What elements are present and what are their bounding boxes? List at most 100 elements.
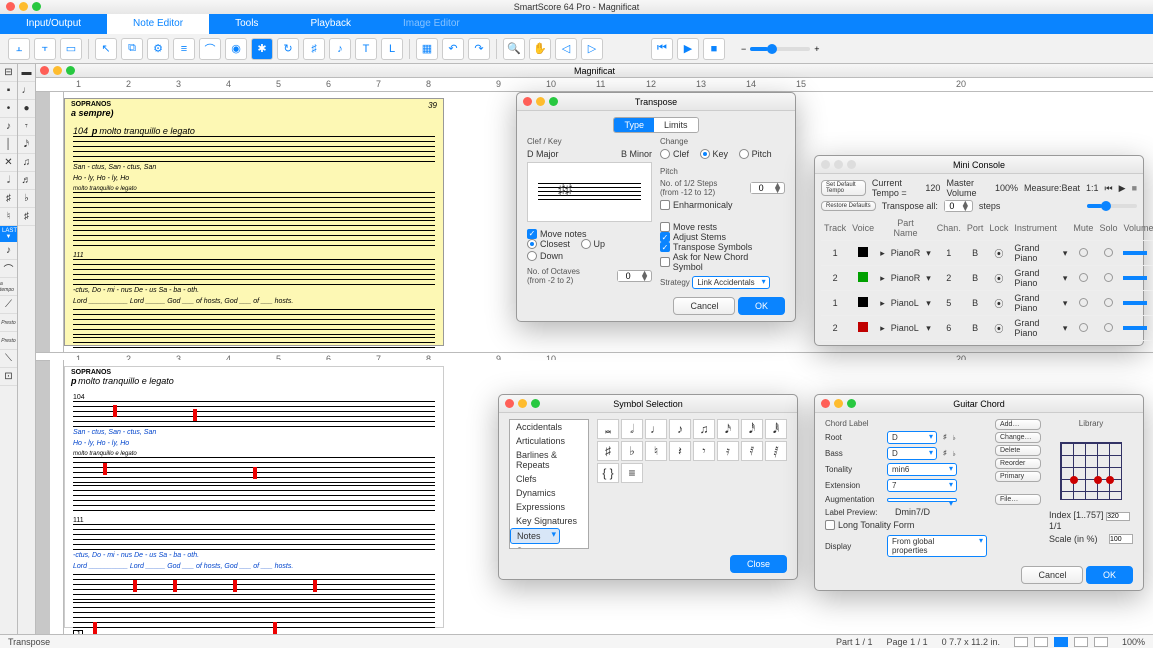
tool-zoom-icon[interactable]: 🔍 — [503, 38, 525, 60]
sym-traffic-lights[interactable] — [505, 399, 540, 408]
gc-file-button[interactable]: File… — [995, 494, 1041, 505]
tab-note-editor[interactable]: Note Editor — [107, 14, 209, 34]
tonality-select[interactable]: min6 — [887, 463, 957, 476]
transpose-traffic-lights[interactable] — [523, 97, 558, 106]
pal2-beam2-icon[interactable]: ♫ — [18, 154, 35, 172]
aug-select[interactable] — [887, 498, 957, 502]
gc-traffic-lights[interactable] — [821, 399, 856, 408]
symbol-item[interactable]: 𝄿 — [717, 441, 739, 461]
status-zoom[interactable]: 100% — [1122, 637, 1145, 647]
adjuststems-check[interactable]: Adjust Stems — [660, 232, 777, 242]
display-select[interactable]: From global properties — [887, 535, 987, 557]
gc-delete-button[interactable]: Delete — [995, 445, 1041, 456]
symbol-category-item[interactable]: Key Signatures — [510, 514, 588, 528]
playback-play-icon[interactable]: ▶ — [677, 38, 699, 60]
moverests-check[interactable]: Move rests — [660, 222, 777, 232]
midi-play-icon[interactable]: ▶ — [1119, 183, 1126, 194]
pal-sharp-icon[interactable]: ♯ — [0, 190, 17, 208]
change-clef-radio[interactable]: Clef — [660, 149, 689, 159]
tool-sharp-icon[interactable]: ♯ — [303, 38, 325, 60]
set-default-tempo-button[interactable]: Set Default Tempo — [821, 180, 866, 196]
gc-add-button[interactable]: Add… — [995, 419, 1041, 430]
pal-beam-icon[interactable]: ⊟ — [0, 64, 17, 82]
symbol-category-item[interactable]: Expressions — [510, 500, 588, 514]
gc-ok-button[interactable]: OK — [1086, 566, 1133, 584]
tool-select-icon[interactable]: ⧉ — [121, 38, 143, 60]
move-notes-check[interactable]: Move notes — [527, 229, 587, 239]
view-mode-1-icon[interactable] — [1014, 637, 1028, 647]
pal-dot-icon[interactable]: • — [0, 100, 17, 118]
playback-rewind-icon[interactable]: ⏮ — [651, 38, 673, 60]
midi-track-row[interactable]: 2▸PianoL▾6B⦿Grand Piano▾10000 — [821, 316, 1153, 341]
symbol-item[interactable]: ♮ — [645, 441, 667, 461]
tool-page-icon[interactable]: ▭ — [60, 38, 82, 60]
view-mode-2-icon[interactable] — [1034, 637, 1048, 647]
pal-half-icon[interactable]: 𝅗𝅥 — [0, 172, 17, 190]
midi-rewind-icon[interactable]: ⏮ — [1105, 183, 1113, 194]
score-enf[interactable]: SOPRANOS p molto tranquillo e legato 104… — [64, 366, 444, 628]
tempo-minus-icon[interactable]: − — [741, 44, 746, 54]
midi-track-row[interactable]: 1▸PianoL▾5B⦿Grand Piano▾10000 — [821, 291, 1153, 316]
pane-splitter[interactable]: 1234567891020 — [36, 352, 1153, 360]
symbol-item[interactable]: { } — [597, 463, 619, 483]
transpose-all-spinner[interactable]: ▲▼ — [944, 200, 973, 212]
tab-input-output[interactable]: Input/Output — [0, 14, 107, 34]
root-select[interactable]: D — [887, 431, 937, 444]
master-volume-slider[interactable] — [1087, 204, 1137, 208]
gc-reorder-button[interactable]: Reorder — [995, 458, 1041, 469]
tool-rotate-icon[interactable]: ↻ — [277, 38, 299, 60]
pal-flag-icon[interactable]: ♪ — [0, 118, 17, 136]
octaves-spinner[interactable]: ▲▼ — [617, 270, 652, 282]
symbol-item[interactable]: ♪ — [669, 419, 691, 439]
symbol-item[interactable]: 𝅁 — [765, 441, 787, 461]
tool-snap-icon[interactable]: ✱ — [251, 38, 273, 60]
askchord-check[interactable]: Ask for New Chord Symbol — [660, 252, 777, 272]
transpose-ok-button[interactable]: OK — [738, 297, 785, 315]
doc-traffic-lights[interactable] — [40, 66, 75, 75]
pal-tie2-icon[interactable]: ⌒ — [0, 260, 17, 278]
tool-tie-icon[interactable]: ⌒ — [199, 38, 221, 60]
up-radio[interactable]: Up — [581, 239, 606, 249]
view-mode-3-icon[interactable] — [1054, 637, 1068, 647]
pal-presto-icon[interactable]: Presto — [0, 314, 17, 332]
pal-wedge-icon[interactable]: ⟋ — [0, 296, 17, 314]
fretboard[interactable] — [1056, 434, 1126, 504]
pal-natural-icon[interactable]: ♮ — [0, 208, 17, 226]
gc-primary-button[interactable]: Primary — [995, 471, 1041, 482]
pal2-note-icon[interactable]: ♩ — [18, 82, 35, 100]
bass-select[interactable]: D — [887, 447, 937, 460]
symbol-item[interactable]: 𝄽 — [669, 441, 691, 461]
symbol-category-item[interactable]: Dynamics — [510, 486, 588, 500]
tool-next-icon[interactable]: ▷ — [581, 38, 603, 60]
transpose-cancel-button[interactable]: Cancel — [673, 297, 735, 315]
tool-prev-icon[interactable]: ◁ — [555, 38, 577, 60]
view-mode-4-icon[interactable] — [1074, 637, 1088, 647]
tool-hand-icon[interactable]: ✋ — [529, 38, 551, 60]
symbol-item[interactable]: 𝅀 — [741, 441, 763, 461]
transpose-tab-type[interactable]: Type — [614, 118, 654, 132]
pal-dash-icon[interactable]: ⟍ — [0, 350, 17, 368]
transsym-check[interactable]: Transpose Symbols — [660, 242, 777, 252]
tool-lyric-icon[interactable]: L — [381, 38, 403, 60]
symbol-item[interactable]: ♯ — [597, 441, 619, 461]
gc-change-button[interactable]: Change… — [995, 432, 1041, 443]
tab-playback[interactable]: Playback — [284, 14, 377, 34]
pal2-flat-icon[interactable]: ♭ — [18, 190, 35, 208]
tab-image-editor[interactable]: Image Editor — [377, 14, 486, 34]
window-traffic-lights[interactable] — [6, 2, 41, 11]
tool-undo-icon[interactable]: ↶ — [442, 38, 464, 60]
midi-stop-icon[interactable]: ■ — [1132, 183, 1137, 193]
tool-view-split-v-icon[interactable]: ⫟ — [34, 38, 56, 60]
transpose-tabs[interactable]: Type Limits — [613, 117, 698, 133]
symbol-category-list[interactable]: AccidentalsArticulationsBarlines & Repea… — [509, 419, 589, 549]
restore-defaults-button[interactable]: Restore Defaults — [821, 201, 876, 211]
symbol-item[interactable]: 𝅘𝅥𝅰 — [741, 419, 763, 439]
symbol-item[interactable]: 𝅗𝅥 — [621, 419, 643, 439]
tempo-slider[interactable] — [750, 47, 810, 51]
extension-select[interactable]: 7 — [887, 479, 957, 492]
pal-atempo-icon[interactable]: a tempo — [0, 278, 17, 296]
transpose-tab-limits[interactable]: Limits — [654, 118, 698, 132]
tool-pointer-icon[interactable]: ↖ — [95, 38, 117, 60]
tool-sliders-icon[interactable]: ≡ — [173, 38, 195, 60]
symbol-category-item[interactable]: Clefs — [510, 472, 588, 486]
